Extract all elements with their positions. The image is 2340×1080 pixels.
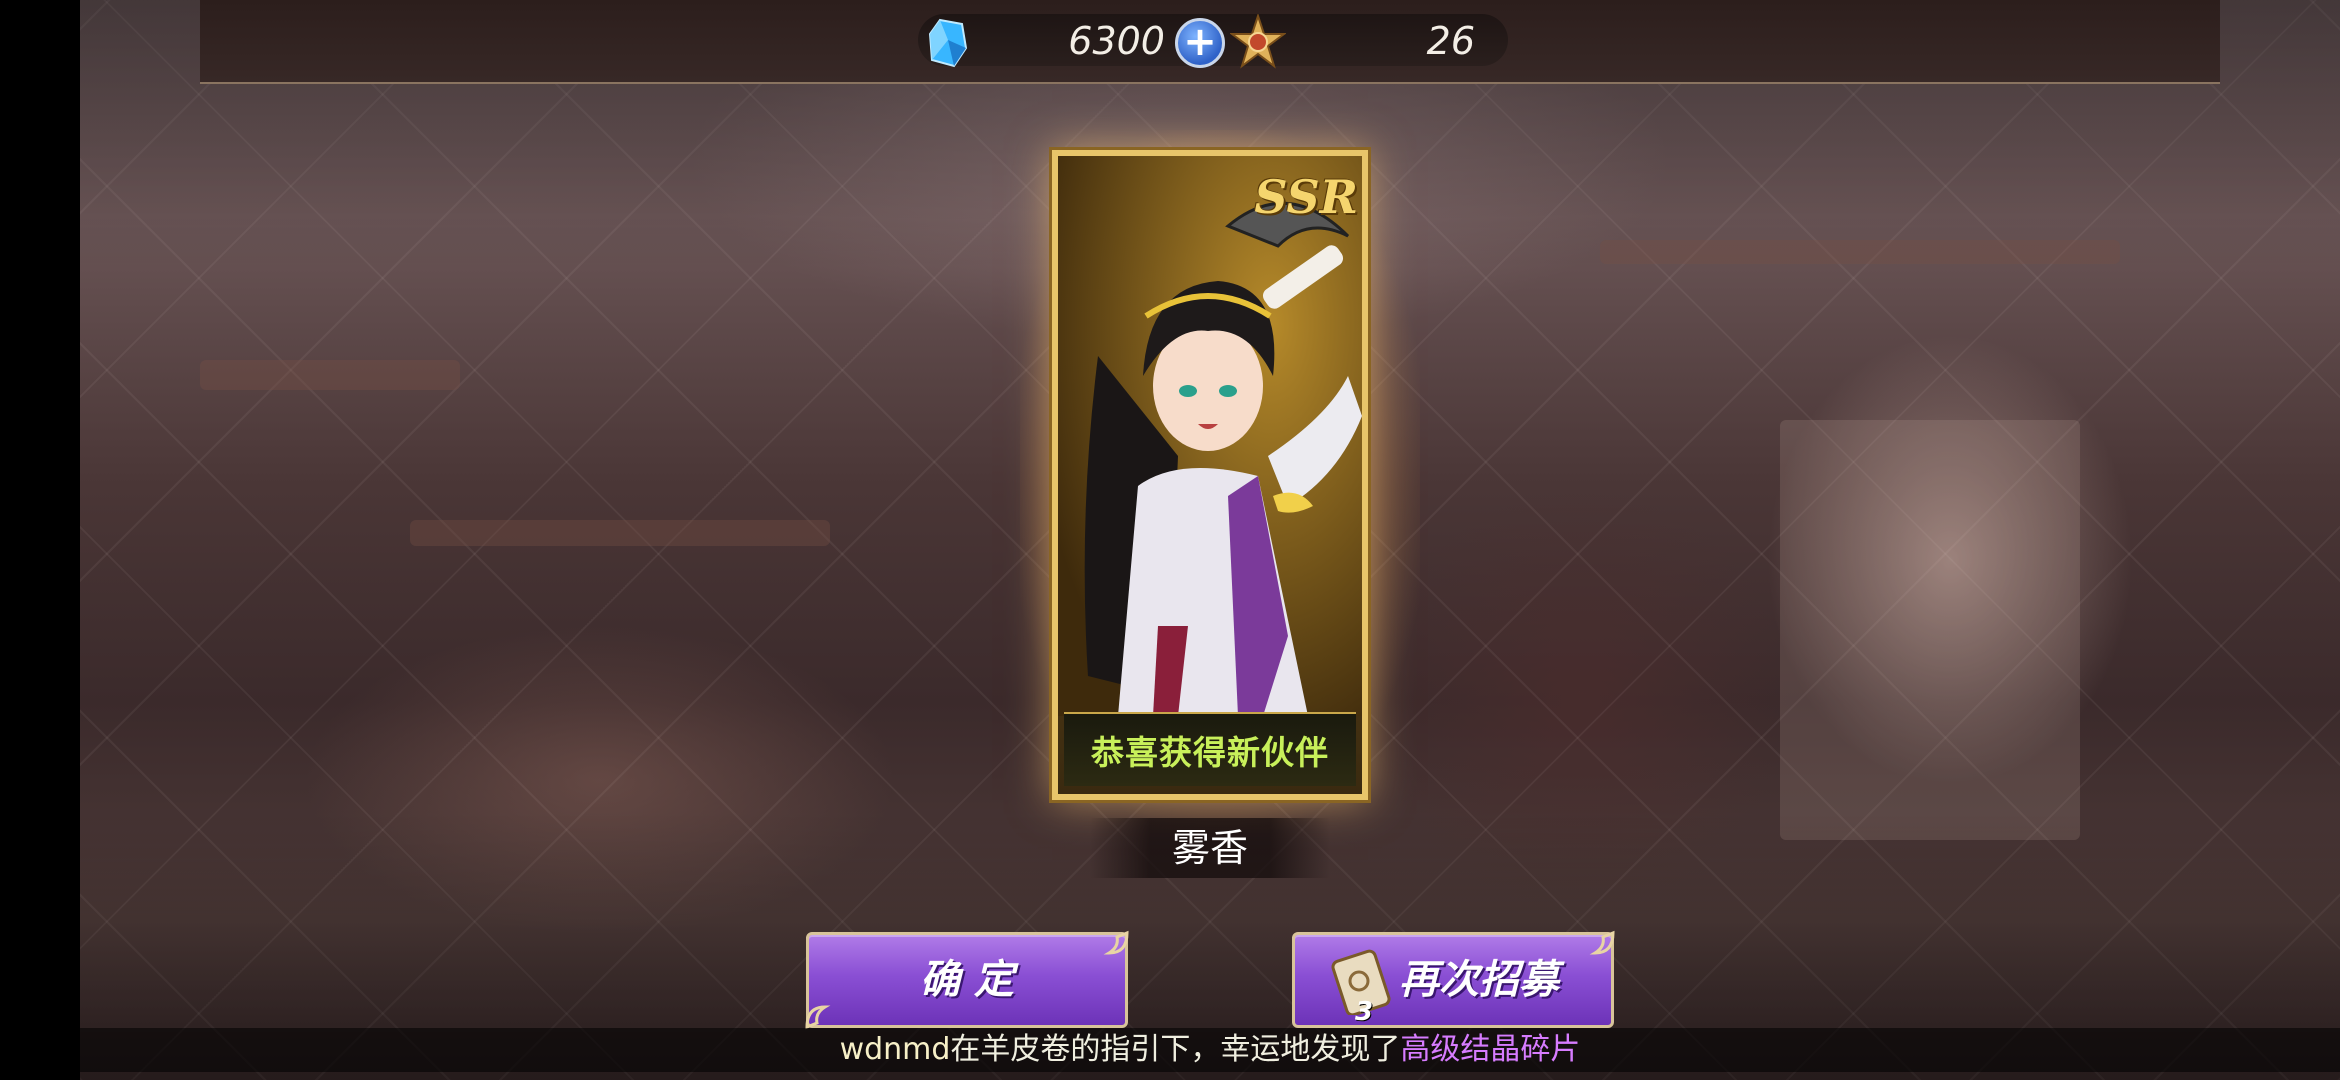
recruit-again-button[interactable]: 3 再次招募 — [1292, 930, 1615, 1028]
add-gems-button[interactable]: + — [1175, 18, 1225, 68]
new-partner-banner: 恭喜获得新伙伴 — [1064, 712, 1356, 786]
confirm-label: 确 定 — [920, 957, 1014, 1003]
left-black-bar — [0, 0, 80, 1080]
rarity-badge: SSR — [1254, 170, 1358, 224]
character-card: SSR 恭喜获得新伙伴 — [1052, 150, 1368, 800]
broadcast-item: 高级结晶碎片 — [1400, 1032, 1581, 1067]
broadcast-text: wdnmd在羊皮卷的指引下，幸运地发现了高级结晶碎片 — [80, 1028, 2340, 1072]
character-name: 雾香 — [1171, 826, 1248, 870]
recruit-cost: 3 — [1355, 997, 1374, 1027]
broadcast-message: 在羊皮卷的指引下，幸运地发现了 — [950, 1032, 1401, 1067]
gem-icon — [928, 18, 968, 68]
broadcast-user: wdnmd — [839, 1032, 951, 1067]
gem-count: 6300 — [1068, 19, 1165, 63]
star-badge-icon — [1230, 14, 1286, 69]
character-portrait — [1058, 156, 1362, 716]
confirm-button[interactable]: 确 定 — [805, 930, 1129, 1030]
ticket-count: 26 — [1426, 19, 1475, 63]
recruit-again-label: 再次招募 — [1399, 957, 1559, 1003]
broadcast-bar: wdnmd在羊皮卷的指引下，幸运地发现了高级结晶碎片 — [80, 1028, 2340, 1072]
